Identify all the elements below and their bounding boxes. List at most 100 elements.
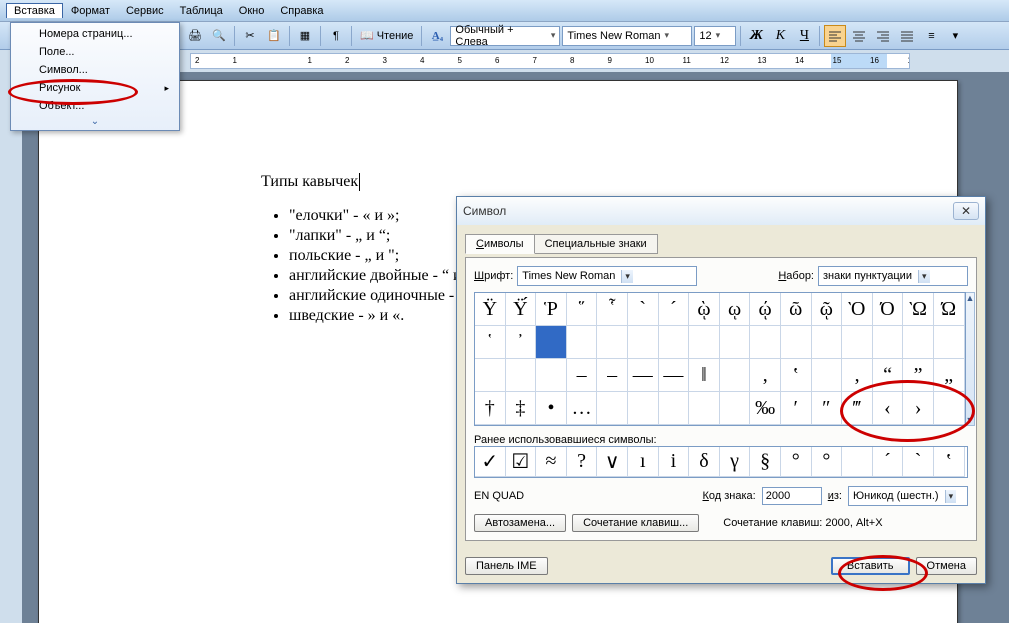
char-cell[interactable] — [689, 392, 720, 425]
char-cell[interactable]: ″ — [812, 392, 843, 425]
menu-table[interactable]: Таблица — [172, 3, 231, 19]
recent-char-cell[interactable]: ´ — [873, 447, 904, 477]
menu-page-numbers[interactable]: Номера страниц... — [13, 25, 177, 43]
char-cell[interactable]: ‡ — [506, 392, 537, 425]
char-cell[interactable] — [597, 326, 628, 359]
underline-button[interactable]: Ч — [793, 25, 815, 47]
char-cell[interactable] — [475, 359, 506, 392]
recent-char-cell[interactable]: γ — [720, 447, 751, 477]
font-select[interactable]: Times New Roman — [517, 266, 697, 286]
copy-icon[interactable]: 📋 — [263, 25, 285, 47]
recent-char-cell[interactable] — [842, 447, 873, 477]
font-combo[interactable]: Times New Roman — [562, 26, 692, 46]
char-cell[interactable]: † — [475, 392, 506, 425]
menu-field[interactable]: Поле... — [13, 43, 177, 61]
char-cell[interactable] — [812, 359, 843, 392]
char-cell[interactable] — [934, 326, 965, 359]
char-cell[interactable] — [750, 326, 781, 359]
menu-picture[interactable]: Рисунок▸ — [13, 79, 177, 97]
char-cell[interactable]: ” — [903, 359, 934, 392]
char-cell[interactable]: – — [597, 359, 628, 392]
char-cell[interactable]: ‚ — [842, 359, 873, 392]
align-center-button[interactable] — [848, 25, 870, 47]
char-cell[interactable]: — — [628, 359, 659, 392]
char-cell[interactable]: Ϋ́ — [506, 293, 537, 326]
dialog-titlebar[interactable]: Символ ✕ — [457, 197, 985, 225]
char-cell[interactable] — [659, 392, 690, 425]
italic-button[interactable]: К — [769, 25, 791, 47]
menu-insert[interactable]: Вставка — [6, 3, 63, 18]
tab-special-chars[interactable]: Специальные знаки — [534, 234, 658, 254]
tab-symbols[interactable]: Символы — [465, 234, 535, 254]
menu-help[interactable]: Справка — [272, 3, 331, 19]
char-cell[interactable]: ῷ — [812, 293, 843, 326]
bold-button[interactable]: Ж — [745, 25, 767, 47]
char-cell[interactable] — [720, 392, 751, 425]
char-cell[interactable] — [506, 359, 537, 392]
char-cell[interactable] — [873, 326, 904, 359]
style-icon[interactable]: A̲₄ — [426, 25, 448, 47]
recent-char-cell[interactable]: ≈ — [536, 447, 567, 477]
recent-char-cell[interactable]: § — [750, 447, 781, 477]
char-cell[interactable] — [567, 326, 598, 359]
menu-service[interactable]: Сервис — [118, 3, 172, 19]
char-cell[interactable] — [812, 326, 843, 359]
recent-char-cell[interactable]: ı — [628, 447, 659, 477]
autocorrect-button[interactable]: Автозамена... — [474, 514, 566, 532]
char-cell[interactable] — [934, 392, 965, 425]
align-justify-button[interactable] — [896, 25, 918, 47]
char-cell[interactable]: ‛ — [781, 359, 812, 392]
char-cell[interactable]: ῾ — [475, 326, 506, 359]
char-cell[interactable] — [781, 326, 812, 359]
char-cell[interactable]: ῳ — [720, 293, 751, 326]
menu-expand-icon[interactable]: ⌄ — [13, 115, 177, 128]
horizontal-ruler[interactable]: 211234567891011121314151617 — [190, 53, 910, 69]
recent-char-cell[interactable]: ∨ — [597, 447, 628, 477]
char-cell[interactable] — [842, 326, 873, 359]
char-cell[interactable]: „ — [934, 359, 965, 392]
align-right-button[interactable] — [872, 25, 894, 47]
more-icon[interactable]: ▾ — [944, 25, 966, 47]
print-icon[interactable]: 🖨 — [184, 25, 206, 47]
char-cell[interactable]: Ὼ — [903, 293, 934, 326]
line-spacing-button[interactable]: ≡ — [920, 25, 942, 47]
insert-button[interactable]: Вставить — [831, 557, 910, 575]
char-cell[interactable] — [536, 326, 567, 359]
char-cell[interactable]: ῴ — [750, 293, 781, 326]
char-cell[interactable] — [903, 326, 934, 359]
character-grid[interactable]: ΫΫ́Ῥ῞῟`´ῲῳῴῶῷῸΌῺΏ῾᾿‒–—―‖‚‛‚“”„†‡•…‰′″‴‹› — [474, 292, 966, 426]
scroll-down-icon[interactable]: ▼ — [966, 415, 975, 425]
char-cell[interactable]: Ώ — [934, 293, 965, 326]
menu-symbol[interactable]: Символ... — [13, 61, 177, 79]
char-cell[interactable] — [659, 326, 690, 359]
char-cell[interactable]: ῲ — [689, 293, 720, 326]
char-cell[interactable]: ῟ — [597, 293, 628, 326]
pilcrow-icon[interactable]: ¶ — [325, 25, 347, 47]
shortcut-key-button[interactable]: Сочетание клавиш... — [572, 514, 699, 532]
recent-char-cell[interactable]: ✓ — [475, 447, 506, 477]
char-cell[interactable]: Ό — [873, 293, 904, 326]
char-cell[interactable]: ‒ — [567, 359, 598, 392]
char-cell[interactable] — [597, 392, 628, 425]
char-cell[interactable]: ― — [659, 359, 690, 392]
ime-panel-button[interactable]: Панель IME — [465, 557, 548, 575]
font-size-combo[interactable]: 12 — [694, 26, 736, 46]
scroll-up-icon[interactable]: ▲ — [966, 293, 975, 303]
recent-symbols-grid[interactable]: ✓☑≈?∨ıiδγ§°°´`‛ — [474, 446, 968, 478]
char-cell[interactable] — [536, 359, 567, 392]
char-cell[interactable]: ´ — [659, 293, 690, 326]
char-cell[interactable]: ῞ — [567, 293, 598, 326]
char-cell[interactable]: › — [903, 392, 934, 425]
recent-char-cell[interactable]: δ — [689, 447, 720, 477]
encoding-select[interactable]: Юникод (шестн.) — [848, 486, 968, 506]
grid-scrollbar[interactable]: ▲▼ — [966, 292, 976, 426]
menu-window[interactable]: Окно — [231, 3, 273, 19]
vertical-ruler[interactable] — [0, 72, 22, 623]
char-cell[interactable] — [628, 326, 659, 359]
char-cell[interactable]: ‹ — [873, 392, 904, 425]
recent-char-cell[interactable]: ° — [812, 447, 843, 477]
align-left-button[interactable] — [824, 25, 846, 47]
char-cell[interactable]: ′ — [781, 392, 812, 425]
menu-format[interactable]: Формат — [63, 3, 118, 19]
char-cell[interactable]: Ϋ — [475, 293, 506, 326]
